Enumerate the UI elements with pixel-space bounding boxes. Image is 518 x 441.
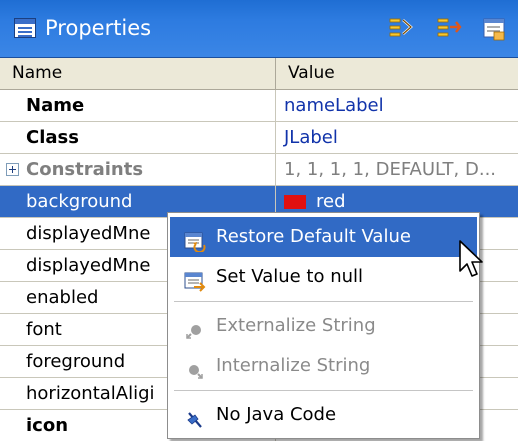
property-name: Name — [0, 90, 276, 121]
column-header-name[interactable]: Name — [0, 58, 276, 89]
no-java-code-icon — [184, 405, 206, 428]
color-value-text: red — [316, 191, 346, 212]
menu-separator — [174, 390, 473, 391]
menu-item-label: No Java Code — [216, 404, 337, 425]
property-value[interactable]: JLabel — [276, 122, 518, 153]
goto-definition-icon[interactable] — [480, 14, 510, 44]
menu-item-no-java-code[interactable]: No Java Code — [170, 395, 477, 435]
show-advanced-properties-icon[interactable] — [386, 14, 416, 44]
restore-default-icon — [184, 227, 206, 254]
view-title-bar: Properties — [0, 0, 518, 58]
menu-item-label: Internalize String — [216, 355, 371, 376]
table-row[interactable]: Class JLabel — [0, 122, 518, 154]
property-value[interactable]: 1, 1, 1, 1, DEFAULT, D... — [276, 154, 518, 185]
context-menu: Restore Default Value Set Value to null — [167, 212, 480, 439]
view-title: Properties — [45, 16, 152, 40]
menu-item-restore-default[interactable]: Restore Default Value — [170, 217, 477, 257]
menu-item-label: Externalize String — [216, 315, 376, 336]
menu-item-set-null[interactable]: Set Value to null — [170, 257, 477, 297]
table-row[interactable]: Name nameLabel — [0, 90, 518, 122]
menu-separator — [174, 301, 473, 302]
show-events-icon[interactable] — [434, 14, 464, 44]
menu-item-label: Set Value to null — [216, 266, 364, 287]
menu-item-externalize-string[interactable]: Externalize String — [170, 306, 477, 346]
externalize-string-icon — [184, 316, 206, 339]
properties-table-icon — [14, 18, 36, 38]
property-name: Constraints — [0, 154, 276, 185]
properties-view: Properties Name Value Name nameLabel Cla… — [0, 0, 518, 441]
color-swatch — [284, 195, 306, 209]
column-header-value[interactable]: Value — [276, 58, 518, 89]
menu-item-label: Restore Default Value — [216, 226, 411, 247]
property-name: Class — [0, 122, 276, 153]
table-header: Name Value — [0, 58, 518, 90]
property-value[interactable]: nameLabel — [276, 90, 518, 121]
internalize-string-icon — [184, 356, 206, 379]
set-null-icon — [184, 267, 206, 292]
table-row[interactable]: Constraints 1, 1, 1, 1, DEFAULT, D... — [0, 154, 518, 186]
mouse-cursor-icon — [458, 239, 488, 283]
menu-item-internalize-string[interactable]: Internalize String — [170, 346, 477, 386]
